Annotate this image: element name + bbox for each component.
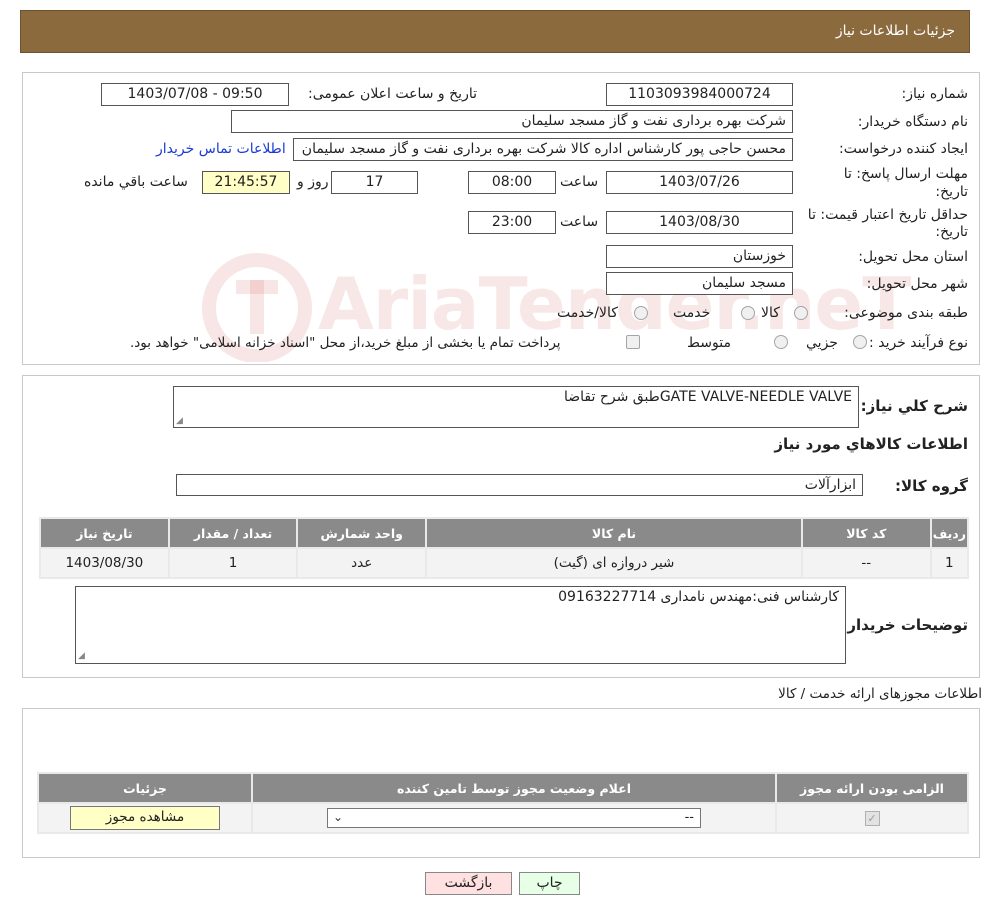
requester-field[interactable]: محسن حاجی پور کارشناس اداره کالا شرکت به… <box>293 138 793 161</box>
need-number-field[interactable]: 1103093984000724 <box>606 83 793 106</box>
contact-buyer-link[interactable]: اطلاعات تماس خریدار <box>156 141 286 157</box>
deadline-date-field[interactable]: 1403/07/26 <box>606 171 793 194</box>
goods-info-title: اطلاعات کالاهاي مورد نياز <box>774 435 968 453</box>
general-desc-textarea[interactable]: GATE VALVE-NEEDLE VALVEطبق شرح تقاضا <box>173 386 859 428</box>
remaining-time-field: 21:45:57 <box>202 171 290 194</box>
category-label: طبقه بندی موضوعی: <box>844 305 968 321</box>
col-row: ردیف <box>931 519 967 547</box>
col-details: جزئیات <box>39 774 251 802</box>
city-field[interactable]: مسجد سلیمان <box>606 272 793 295</box>
col-status: اعلام وضعیت مجوز توسط تامین کننده <box>253 774 775 802</box>
chevron-down-icon: ⌄ <box>333 810 344 824</box>
cell-status: ⌄ -- <box>253 804 775 832</box>
validity-label: حداقل تاریخ اعتبار قیمت: تا <box>807 207 968 223</box>
page-title: جزئیات اطلاعات نیاز <box>835 23 955 39</box>
category-radio-goods[interactable] <box>794 306 808 320</box>
deadline-time-field[interactable]: 08:00 <box>468 171 556 194</box>
deadline-label-date: تاریخ: <box>935 184 968 200</box>
buyer-notes-textarea[interactable]: کارشناس فنی:مهندس نامداری 09163227714 <box>75 586 846 664</box>
category-radio-both[interactable] <box>634 306 648 320</box>
cell-row: 1 <box>931 549 967 577</box>
validity-time-label: ساعت <box>560 214 599 230</box>
resize-grip-icon: ◢ <box>176 416 183 426</box>
back-button[interactable]: بازگشت <box>425 872 512 895</box>
purchase-option-small: جزيي <box>806 335 838 351</box>
province-field[interactable]: خوزستان <box>606 245 793 268</box>
goods-table-header-row: ردیف کد کالا نام کالا واحد شمارش تعداد /… <box>41 519 967 547</box>
buyer-notes-label: توضیحات خریدار: <box>841 616 968 634</box>
col-qty: تعداد / مقدار <box>169 519 297 547</box>
days-field[interactable]: 17 <box>331 171 418 194</box>
purchase-note: پرداخت تمام یا بخشی از مبلغ خرید،از محل … <box>130 335 561 351</box>
col-unit: واحد شمارش <box>298 519 426 547</box>
license-status-select[interactable]: ⌄ -- <box>327 808 701 828</box>
need-number-label: شماره نیاز: <box>901 86 969 102</box>
deadline-label: مهلت ارسال پاسخ: تا <box>843 166 968 182</box>
buyer-org-label: نام دستگاه خریدار: <box>857 114 968 130</box>
licenses-table: الزامی بودن ارائه مجوز اعلام وضعیت مجوز … <box>37 772 969 834</box>
purchase-radio-small[interactable] <box>853 335 867 349</box>
purchase-radio-medium[interactable] <box>774 335 788 349</box>
deadline-time-label: ساعت <box>560 174 599 190</box>
goods-table-container: ردیف کد کالا نام کالا واحد شمارش تعداد /… <box>39 517 969 579</box>
goods-group-label: گروه کالا: <box>895 477 968 495</box>
table-row: 1 -- شیر دروازه ای (گیت) عدد 1 1403/08/3… <box>41 549 967 577</box>
buyer-org-field[interactable]: شرکت بهره برداری نفت و گاز مسجد سلیمان <box>231 110 793 133</box>
category-option-service: خدمت <box>673 305 711 321</box>
licenses-table-container: الزامی بودن ارائه مجوز اعلام وضعیت مجوز … <box>37 772 969 834</box>
purchase-type-label: نوع فرآیند خرید : <box>869 335 968 351</box>
validity-label-date: تاریخ: <box>935 224 968 240</box>
col-date: تاریخ نیاز <box>41 519 168 547</box>
cell-details: مشاهده مجوز <box>39 804 251 832</box>
cell-name: شیر دروازه ای (گیت) <box>427 549 801 577</box>
page-header: جزئیات اطلاعات نیاز <box>20 10 970 53</box>
license-status-value: -- <box>684 810 694 825</box>
col-name: نام کالا <box>427 519 801 547</box>
validity-time-field[interactable]: 23:00 <box>468 211 556 234</box>
goods-group-field[interactable]: ابزارآلات <box>176 474 863 496</box>
category-radio-service[interactable] <box>741 306 755 320</box>
print-button[interactable]: چاپ <box>519 872 580 895</box>
resize-grip-icon: ◢ <box>78 651 85 661</box>
cell-unit: عدد <box>298 549 426 577</box>
col-required: الزامی بودن ارائه مجوز <box>777 774 967 802</box>
cell-qty: 1 <box>169 549 297 577</box>
col-code: کد کالا <box>802 519 930 547</box>
purchase-treasury-checkbox[interactable] <box>626 335 640 349</box>
remaining-label: ساعت باقي مانده <box>84 174 188 190</box>
validity-date-field[interactable]: 1403/08/30 <box>606 211 793 234</box>
city-label: شهر محل تحویل: <box>866 276 968 292</box>
purchase-option-medium: متوسط <box>687 335 731 351</box>
announce-field[interactable]: 1403/07/08 - 09:50 <box>101 83 289 106</box>
province-label: استان محل تحویل: <box>858 249 968 265</box>
announce-label: تاریخ و ساعت اعلان عمومی: <box>308 86 477 102</box>
category-option-both: کالا/خدمت <box>557 305 618 321</box>
licenses-title: اطلاعات مجوزهای ارائه خدمت / کالا <box>778 686 982 702</box>
general-desc-label: شرح کلي نياز: <box>860 397 968 415</box>
requester-label: ایجاد کننده درخواست: <box>839 141 968 157</box>
required-checkbox[interactable]: ✓ <box>864 811 880 826</box>
days-label: روز و <box>297 174 329 190</box>
cell-date: 1403/08/30 <box>41 549 168 577</box>
cell-code: -- <box>802 549 930 577</box>
view-license-button[interactable]: مشاهده مجوز <box>70 806 220 830</box>
cell-required: ✓ <box>777 804 967 832</box>
table-row: ✓ ⌄ -- مشاهده مجوز <box>39 804 967 832</box>
licenses-header-row: الزامی بودن ارائه مجوز اعلام وضعیت مجوز … <box>39 774 967 802</box>
category-option-goods: کالا <box>761 305 780 321</box>
goods-table: ردیف کد کالا نام کالا واحد شمارش تعداد /… <box>39 517 969 579</box>
